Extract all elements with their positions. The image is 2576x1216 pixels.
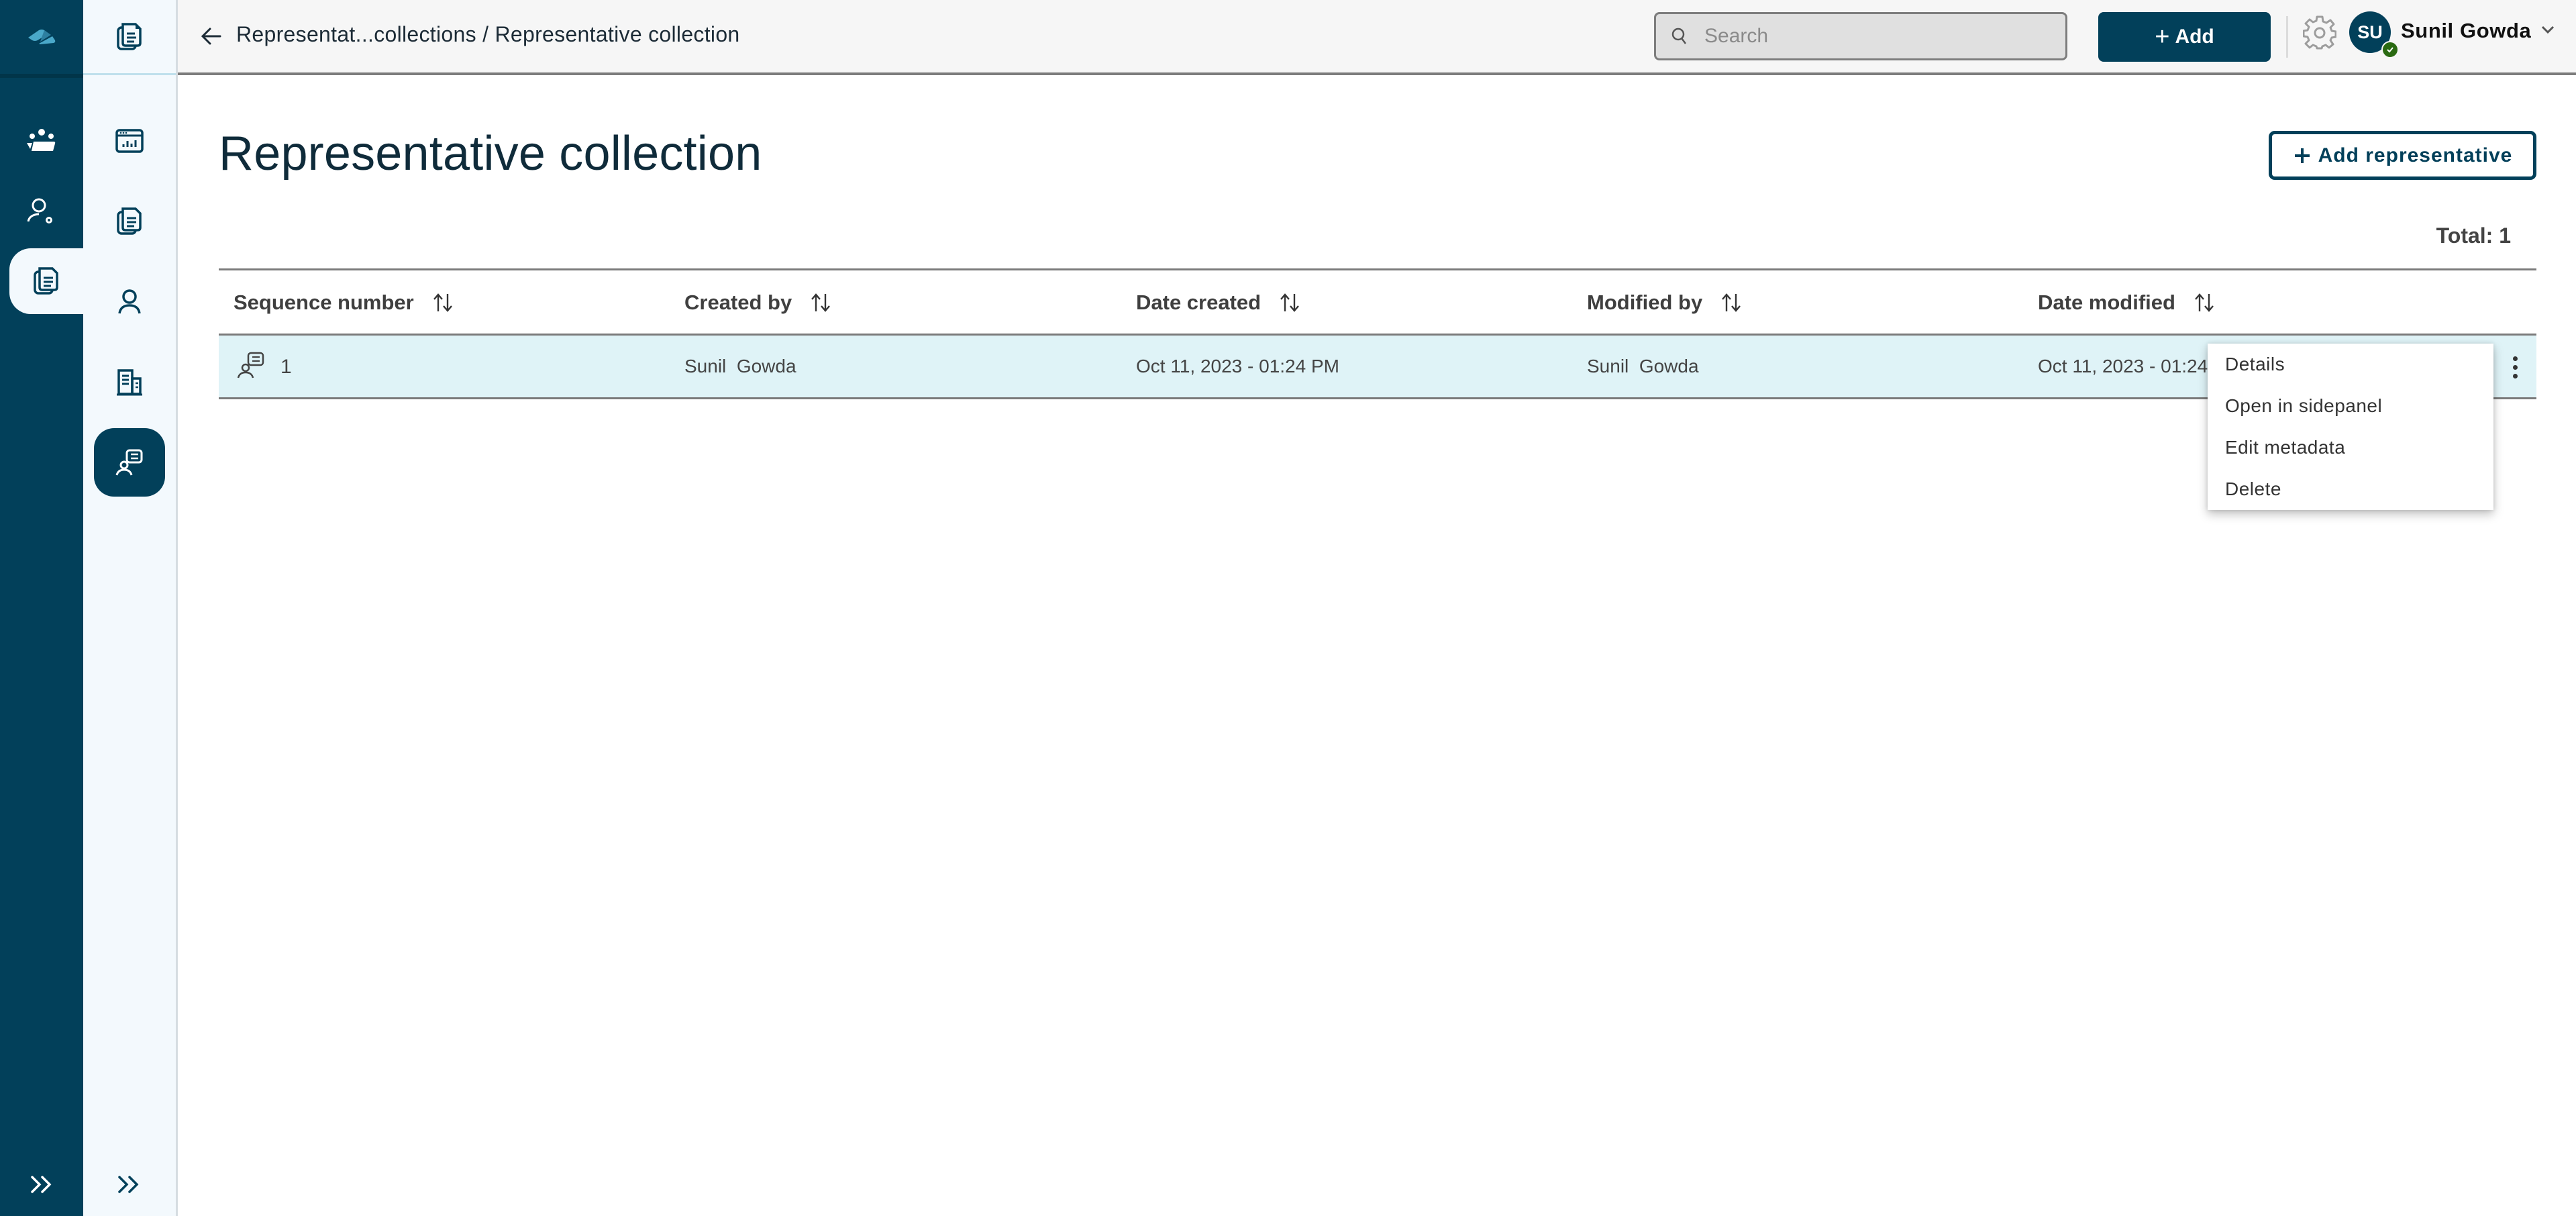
rail-divider xyxy=(0,74,83,78)
cell-date-modified: Oct 11, 2023 - 01:24 xyxy=(2038,356,2208,376)
header-divider xyxy=(2286,16,2288,58)
menu-item-edit-metadata[interactable]: Edit metadata xyxy=(2208,427,2493,468)
secondary-nav xyxy=(83,0,178,1216)
total-count: Total: 1 xyxy=(2436,223,2511,248)
subnav-item-representatives[interactable] xyxy=(94,428,165,497)
search-input[interactable] xyxy=(1703,24,2041,48)
rail-expand-button[interactable] xyxy=(21,1164,62,1205)
menu-item-delete[interactable]: Delete xyxy=(2208,468,2493,510)
cell-sequence-number: 1 xyxy=(280,356,292,378)
app-logo-icon xyxy=(28,30,56,44)
subnav-item-organization[interactable] xyxy=(94,348,165,417)
plus-icon: + xyxy=(2155,23,2170,51)
chevron-down-icon[interactable] xyxy=(2538,20,2557,39)
plus-icon xyxy=(2294,148,2310,163)
add-representative-button[interactable]: Add representative xyxy=(2269,131,2536,180)
documents-icon xyxy=(34,267,58,295)
cell-date-created: Oct 11, 2023 - 01:24 PM xyxy=(1136,356,1339,376)
sort-icon xyxy=(1720,291,1743,314)
subnav-item-documents-top[interactable] xyxy=(94,3,165,71)
presence-online-badge xyxy=(2381,41,2399,58)
table-row[interactable]: 1 Sunil Gowda Oct 11, 2023 - 01:24 PM Su… xyxy=(219,336,2536,399)
sort-icon xyxy=(1278,291,1301,314)
breadcrumb-parent-link[interactable]: Representat...collections xyxy=(236,22,476,46)
row-actions-button[interactable] xyxy=(2503,350,2527,384)
menu-item-details[interactable]: Details xyxy=(2208,344,2493,385)
settings-button[interactable] xyxy=(2302,15,2337,50)
column-header-modified-by[interactable]: Modified by xyxy=(1587,291,1743,315)
rail-item-groups[interactable] xyxy=(0,108,83,175)
table-header: Sequence number Created by Date created … xyxy=(219,268,2536,336)
rail-item-documents[interactable] xyxy=(9,248,83,314)
representative-icon xyxy=(237,352,264,378)
user-initials: SU xyxy=(2357,21,2383,42)
cell-created-by: Sunil Gowda xyxy=(684,356,796,376)
app-logo[interactable] xyxy=(0,0,83,74)
add-button-label: Add xyxy=(2175,26,2214,48)
representatives-table: Sequence number Created by Date created … xyxy=(219,268,2536,399)
page-title: Representative collection xyxy=(219,127,762,181)
row-context-menu: Details Open in sidepanel Edit metadata … xyxy=(2208,344,2493,510)
subnav-expand-button[interactable] xyxy=(109,1164,149,1205)
back-button[interactable] xyxy=(198,23,225,50)
representative-icon xyxy=(115,449,143,476)
building-icon xyxy=(117,369,142,396)
breadcrumb-separator: / xyxy=(476,22,495,46)
rail-item-user-admin[interactable] xyxy=(0,179,83,246)
person-icon xyxy=(118,289,141,314)
column-header-sequence-number[interactable]: Sequence number xyxy=(234,291,454,315)
check-icon xyxy=(2387,47,2393,53)
sort-icon xyxy=(809,291,832,314)
subnav-item-person[interactable] xyxy=(94,268,165,336)
group-icon xyxy=(27,129,56,151)
subnav-divider xyxy=(83,73,176,75)
arrow-left-icon xyxy=(201,28,221,45)
breadcrumb-current: Representative collection xyxy=(495,22,740,46)
double-chevron-right-icon xyxy=(31,1176,52,1193)
top-header: Representat...collections / Representati… xyxy=(178,0,2576,75)
double-chevron-right-icon xyxy=(118,1176,139,1193)
documents-icon xyxy=(117,207,142,235)
cell-modified-by: Sunil Gowda xyxy=(1587,356,1699,376)
add-button[interactable]: + Add xyxy=(2098,12,2271,62)
user-name[interactable]: Sunil Gowda xyxy=(2401,19,2531,43)
subnav-item-dashboard[interactable] xyxy=(94,107,165,176)
column-header-date-created[interactable]: Date created xyxy=(1136,291,1301,315)
documents-icon xyxy=(117,23,142,50)
column-header-created-by[interactable]: Created by xyxy=(684,291,832,315)
search-box[interactable] xyxy=(1654,12,2067,60)
add-representative-label: Add representative xyxy=(2318,144,2513,166)
subnav-item-documents[interactable] xyxy=(94,187,165,256)
column-header-date-modified[interactable]: Date modified xyxy=(2038,291,2216,315)
breadcrumb: Representat...collections / Representati… xyxy=(236,22,740,47)
kebab-dot xyxy=(2512,356,2518,361)
primary-nav-rail xyxy=(0,0,83,1216)
search-icon xyxy=(1669,26,1690,46)
kebab-dot xyxy=(2512,373,2518,378)
sort-icon xyxy=(431,291,454,314)
user-settings-icon xyxy=(27,198,52,223)
dashboard-chart-icon xyxy=(115,129,144,153)
sort-icon xyxy=(2193,291,2216,314)
gear-icon xyxy=(2303,15,2336,50)
menu-item-open-in-sidepanel[interactable]: Open in sidepanel xyxy=(2208,385,2493,427)
kebab-dot xyxy=(2512,364,2518,370)
